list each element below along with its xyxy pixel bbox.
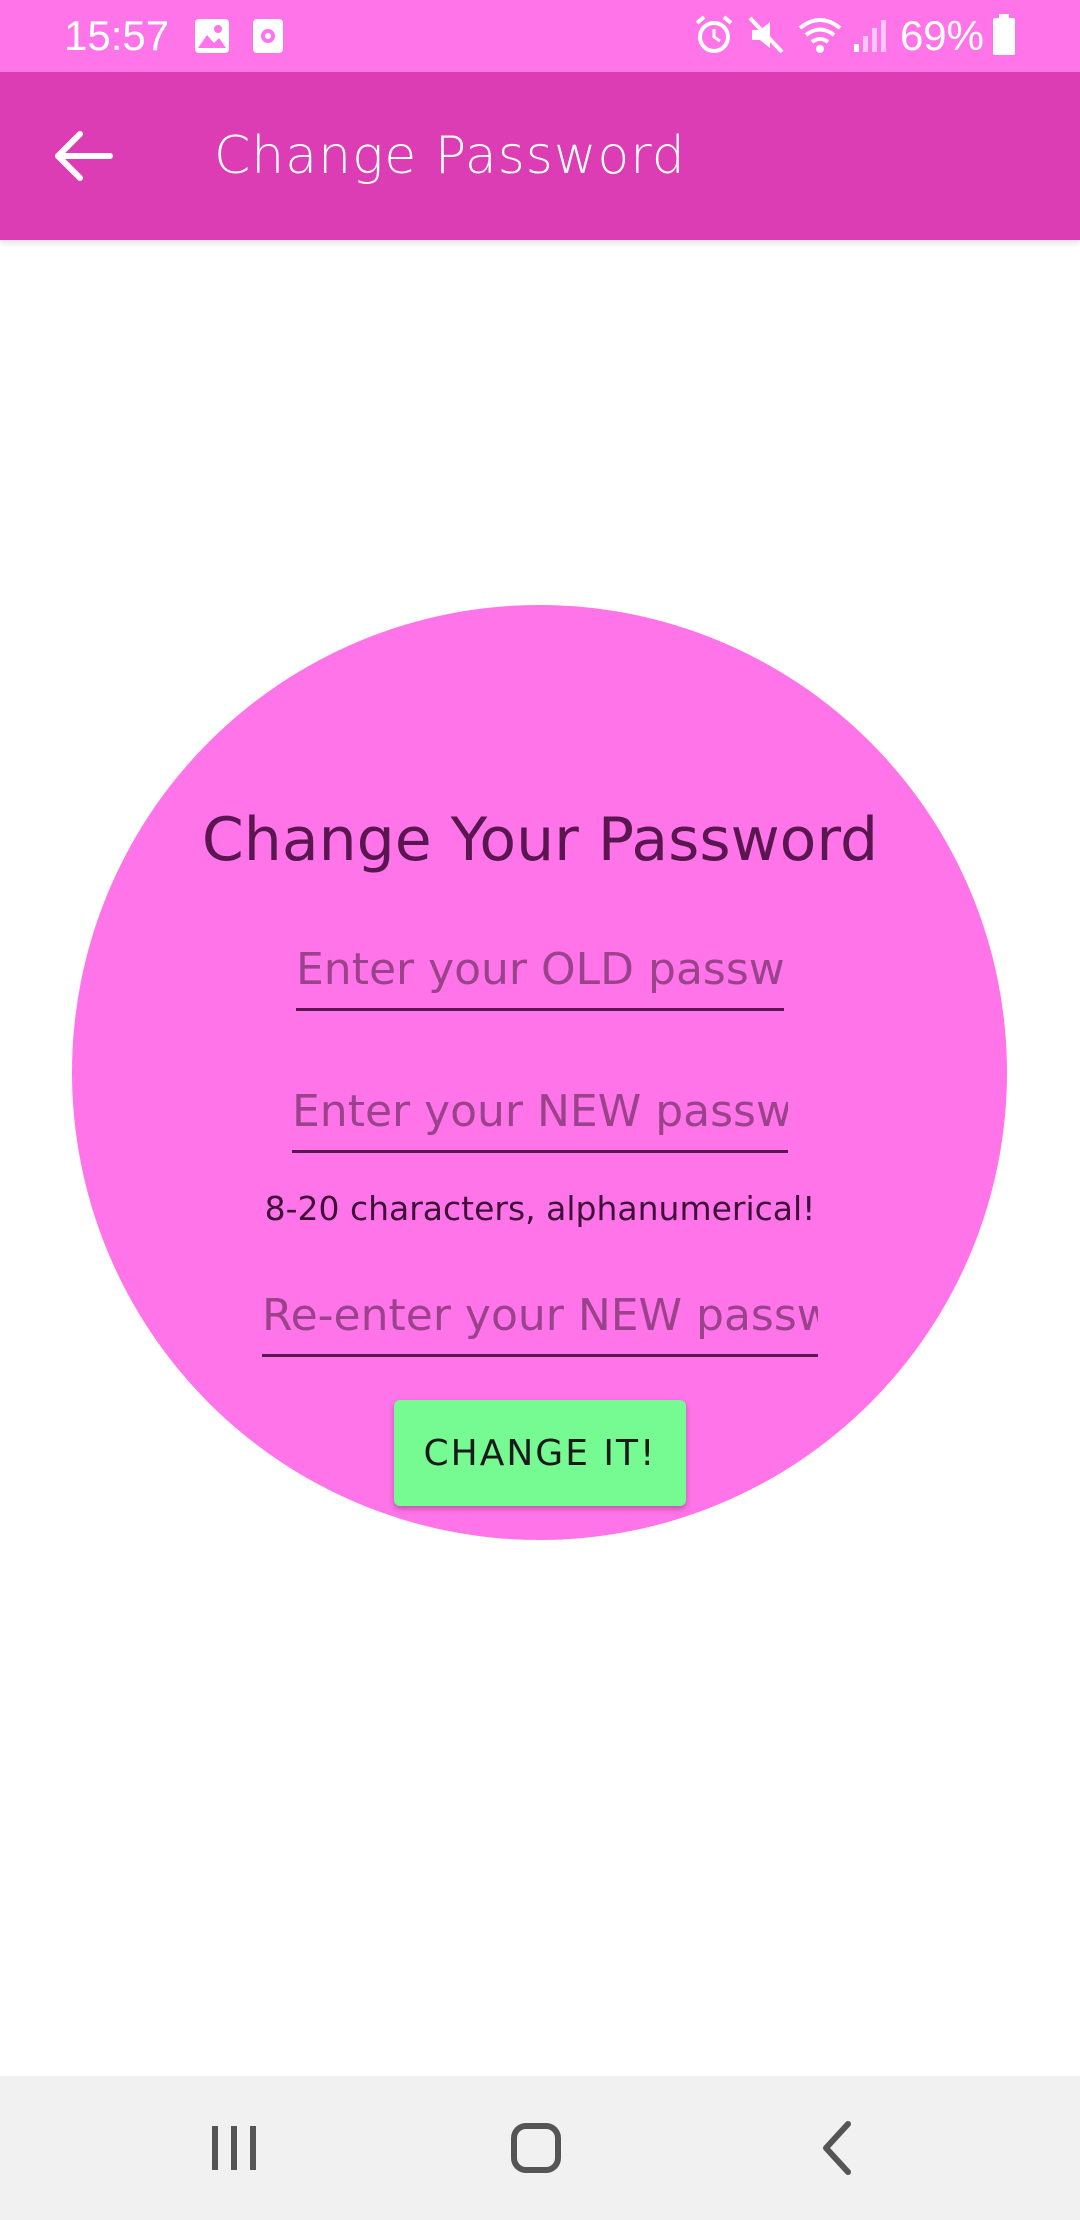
recent-apps-icon bbox=[212, 2126, 256, 2170]
old-password-input[interactable] bbox=[296, 930, 784, 1008]
screen-record-icon bbox=[253, 19, 283, 53]
old-password-field bbox=[296, 930, 784, 1011]
back-button[interactable] bbox=[44, 116, 124, 196]
arrow-left-icon bbox=[55, 131, 113, 181]
form-heading: Change Your Password bbox=[201, 805, 879, 875]
wifi-icon bbox=[798, 18, 842, 53]
battery-percentage: 69% bbox=[899, 12, 984, 59]
screen: 15:57 69% Change Password Change Your Pa… bbox=[0, 0, 1080, 2220]
home-icon bbox=[511, 2123, 561, 2173]
new-password-field bbox=[292, 1072, 788, 1153]
app-bar: Change Password bbox=[0, 72, 1080, 240]
mute-vibrate-icon bbox=[748, 16, 784, 54]
change-it-button[interactable]: CHANGE IT! bbox=[394, 1400, 686, 1506]
status-bar: 15:57 69% bbox=[0, 0, 1080, 72]
status-time: 15:57 bbox=[64, 12, 170, 59]
page-title: Change Password bbox=[214, 126, 686, 186]
system-nav-bar bbox=[0, 2076, 1080, 2220]
confirm-password-field bbox=[262, 1276, 818, 1357]
alarm-icon bbox=[695, 15, 733, 53]
confirm-password-input[interactable] bbox=[262, 1276, 818, 1354]
home-button[interactable] bbox=[488, 2100, 584, 2196]
new-password-input[interactable] bbox=[292, 1072, 788, 1150]
back-nav-icon bbox=[823, 2121, 851, 2175]
password-hint: 8-20 characters, alphanumerical! bbox=[264, 1189, 816, 1228]
signal-icon bbox=[854, 20, 886, 52]
image-icon bbox=[195, 19, 229, 53]
recent-apps-button[interactable] bbox=[186, 2100, 282, 2196]
back-nav-button[interactable] bbox=[790, 2100, 886, 2196]
battery-icon bbox=[993, 14, 1015, 55]
